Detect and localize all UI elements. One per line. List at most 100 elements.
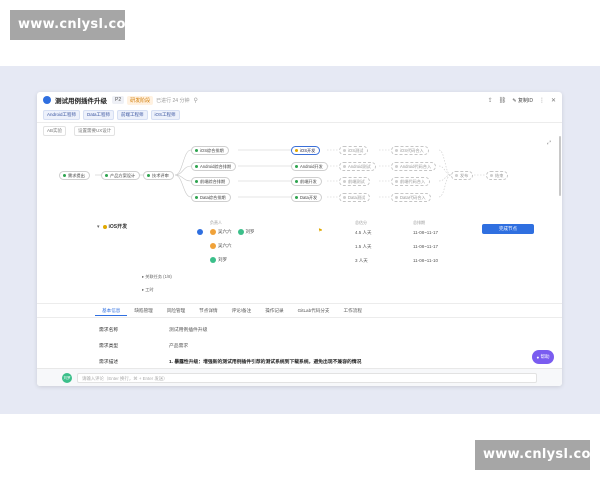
tab-basic-info[interactable]: 基本信息 (95, 306, 128, 316)
path-tab[interactable]: 设置需要UX设计 (74, 126, 116, 136)
pending-dot-icon (343, 165, 346, 168)
comment-input[interactable]: 请输入评论（Enter 换行，⌘ + Enter 发送） (77, 373, 537, 383)
pin-icon[interactable]: ⚲ (193, 97, 197, 104)
flow-node-android-dev[interactable]: Android开发 (291, 162, 328, 171)
flow-node-label: Data测试 (348, 194, 366, 200)
flow-node-label: iOS测试 (348, 147, 364, 153)
path-tab[interactable]: AB实验 (43, 126, 67, 136)
flow-node-android-merge[interactable]: Android代码合入 (391, 162, 437, 171)
close-icon[interactable]: ✕ (551, 97, 556, 104)
flow-node-android-schedule[interactable]: Android综合排期 (191, 162, 237, 171)
assign-icon[interactable] (197, 229, 203, 235)
avatar: 刘罗 (62, 373, 72, 383)
flow-node-ios-test[interactable]: iOS测试 (339, 146, 369, 155)
help-button[interactable]: ● 帮助 (532, 350, 554, 364)
field-value-type: 产品需求 (169, 344, 189, 349)
tab-history[interactable]: 操作记录 (258, 306, 290, 316)
flow-node-label: Android综合排期 (200, 163, 232, 169)
pending-dot-icon (395, 196, 398, 199)
workflow-graph: 需求提出 产品方案设计 技术评审 iOS综合排期 Android综合排期 前端综… (37, 144, 562, 214)
share-icon[interactable]: ⇪ (488, 97, 493, 104)
flow-node-frontend-merge[interactable]: 前端代码合入 (391, 177, 431, 186)
flow-node-ios-merge[interactable]: iOS代码合入 (391, 146, 429, 155)
field-label-name: 需求名称 (99, 328, 119, 333)
copy-id-button[interactable]: ✎ 复制ID (512, 97, 533, 104)
flow-node-frontend-test[interactable]: 前端测试 (339, 177, 370, 186)
tab-node-detail[interactable]: 节点详情 (192, 306, 224, 316)
header-actions: ⇪ ⛓ ✎ 复制ID ⋮ ✕ (488, 97, 556, 104)
link-icon[interactable]: ⛓ (499, 97, 507, 104)
done-dot-icon (295, 165, 298, 168)
flow-node-label: Data综合排期 (200, 194, 226, 200)
done-dot-icon (195, 149, 198, 152)
schedule-value: 11-08~11-17 (413, 244, 438, 249)
estimate-value: 1.5 人天 (355, 244, 372, 249)
flow-node-end[interactable]: 结束 (486, 171, 509, 180)
tab-comments[interactable]: 评论/备注 (225, 306, 259, 316)
path-tabs: AB实验 设置需要UX设计 (43, 126, 116, 136)
flow-node-data-test[interactable]: Data测试 (339, 193, 371, 202)
role-tag[interactable]: Data工程师 (83, 110, 115, 120)
comment-bar: 刘罗 请输入评论（Enter 换行，⌘ + Enter 发送） (37, 368, 562, 386)
node-title-label: iOS开发 (108, 224, 128, 230)
flow-node-release[interactable]: 发布 (451, 171, 474, 180)
more-icon[interactable]: ⋮ (539, 97, 545, 104)
flow-node-label: iOS开发 (300, 147, 316, 153)
pending-dot-icon (343, 180, 346, 183)
tab-gitlab[interactable]: GitLab代码分支 (291, 306, 337, 316)
flow-node-frontend-dev[interactable]: 前端开发 (291, 177, 322, 186)
role-tag[interactable]: Android工程师 (43, 110, 81, 120)
related-tasks-label: 关联任务 (1/8) (145, 274, 172, 279)
help-label: 帮助 (540, 354, 550, 359)
chevron-down-icon: ▾ (97, 223, 100, 230)
assignee-name: 刘罗 (218, 257, 227, 262)
flow-node-data-schedule[interactable]: Data综合排期 (191, 193, 231, 202)
done-dot-icon (195, 165, 198, 168)
requirement-window: 测试用例插件升级 P2 研发阶段 已进行 24 分钟 ⚲ ⇪ ⛓ ✎ 复制ID … (37, 92, 562, 386)
role-tag[interactable]: iOS工程师 (150, 110, 180, 120)
assignee-name: 吴六六 (218, 243, 232, 248)
flow-node-ios-schedule[interactable]: iOS综合排期 (191, 146, 229, 155)
pending-dot-icon (395, 165, 398, 168)
assignee-row-2: 吴六六 (210, 243, 232, 249)
flow-node-label: 技术评审 (152, 172, 169, 178)
watermark-top: www.cnlysl.com (10, 10, 139, 40)
estimate-value: 3 人天 (355, 258, 368, 263)
col-assignee-header: 负责人 (210, 220, 222, 225)
flow-node-ios-dev[interactable]: iOS开发 (291, 146, 321, 155)
worktime-toggle[interactable]: ▸ 工时 (142, 287, 154, 293)
flow-node-android-test[interactable]: Android测试 (339, 162, 376, 171)
flow-node-tech-review[interactable]: 技术评审 (143, 171, 174, 180)
flow-node-data-merge[interactable]: Data代码合入 (391, 193, 431, 202)
page-title: 测试用例插件升级 (55, 98, 107, 105)
finish-node-button[interactable]: 完成节点 (482, 224, 534, 234)
flow-node-frontend-schedule[interactable]: 前端综合排期 (191, 177, 231, 186)
flow-node-product-design[interactable]: 产品方案设计 (101, 171, 141, 180)
priority-badge[interactable]: P2 (112, 96, 125, 104)
tab-risks[interactable]: 风险管理 (160, 306, 192, 316)
flow-node-requirement[interactable]: 需求提出 (59, 171, 90, 180)
done-dot-icon (295, 196, 298, 199)
active-dot-icon (295, 149, 298, 152)
col-estimate-header: 总估分 (355, 220, 367, 225)
flow-node-label: 发布 (460, 172, 469, 178)
node-detail-title[interactable]: ▾ iOS开发 (97, 223, 128, 231)
role-tag[interactable]: 前端工程师 (117, 110, 148, 120)
copy-id-label: 复制ID (517, 97, 533, 104)
schedule-value: 11-08~11-17 (413, 230, 438, 235)
flow-node-label: 前端测试 (348, 178, 365, 184)
flow-node-label: iOS综合排期 (200, 147, 224, 153)
tab-defects[interactable]: 缺陷管理 (127, 306, 159, 316)
stage-badge[interactable]: 研发阶段 (127, 95, 154, 105)
flow-node-data-dev[interactable]: Data开发 (291, 193, 323, 202)
assignee-row-3: 刘罗 (210, 257, 227, 263)
worktime-label: 工时 (145, 287, 154, 292)
watermark-bottom: www.cnlysl.com (475, 440, 600, 470)
avatar (210, 229, 216, 235)
divider (37, 122, 562, 123)
flow-node-label: iOS代码合入 (400, 147, 424, 153)
related-tasks-toggle[interactable]: ▸ 关联任务 (1/8) (142, 274, 172, 280)
tab-workflow[interactable]: 工作流程 (337, 306, 369, 316)
done-dot-icon (147, 174, 150, 177)
flow-node-label: 前端开发 (300, 178, 317, 184)
